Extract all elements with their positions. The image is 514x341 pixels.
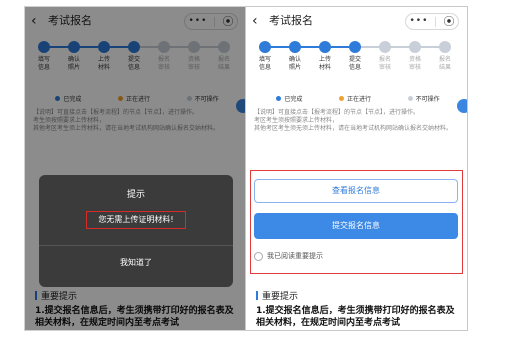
close-circle-icon[interactable]: ⦿ [443,14,454,29]
section-bar [256,291,258,300]
step-dot [379,41,391,53]
step-dot [409,41,421,53]
step-label: 提交 信息 [348,56,361,71]
dialog-confirm-button[interactable]: 我知道了 [39,257,233,268]
step-dot [349,41,361,53]
step-2[interactable]: 确认 照片 [282,41,308,72]
step-7[interactable]: 报名 结果 [432,41,458,72]
section-title: 重要提示 [256,289,298,302]
more-icon[interactable]: ••• [410,14,429,29]
step-1[interactable]: 填写 信息 [252,41,278,72]
step-4[interactable]: 提交 信息 [342,41,368,72]
back-arrow-icon[interactable]: ‹ [252,7,266,35]
legend-doing-dot-icon [338,95,344,101]
step-dot [289,41,301,53]
capsule-divider [435,16,437,27]
progress-steps: 填写 信息 确认 照片 上传 材料 提交 信息 报名 审核 资格 审核 报名 结果 [252,41,462,87]
dialog-message: 您无需上传证明材料! [86,211,186,229]
step-6[interactable]: 资格 审核 [402,41,428,72]
legend-doing: 正在进行 [338,93,371,103]
legend-done: 已完成 [276,93,302,103]
right-phone-screen: ‹ 考试报名 ••• ⦿ 填写 信息 确认 照片 上传 材料 提交 信息 报名 审核 资格… [245,6,468,331]
dialog-divider [39,245,233,246]
step-dot [259,41,271,53]
step-legend: 已完成 正在进行 不可操作 [258,93,458,103]
legend-disabled: 不可操作 [407,93,440,103]
step-label: 确认 照片 [288,56,301,71]
miniprogram-capsule: ••• ⦿ [405,13,459,30]
agree-radio-icon[interactable] [254,251,263,261]
agree-label: 我已阅读重要提示 [267,252,323,260]
view-registration-button[interactable]: 查看报名信息 [254,179,458,203]
left-phone-screen: ‹ 考试报名 ••• ⦿ 填写 信息 确认 照片 上传 材料 提交 信息 报名 审核 资格… [24,6,247,331]
floating-help-icon[interactable] [457,99,467,113]
step-5[interactable]: 报名 审核 [372,41,398,72]
notice-text: 1.提交报名信息后，考生须携带打印好的报名表及相关材料，在规定时间内至考点考试 [256,306,455,328]
step-label: 填写 信息 [258,56,271,71]
alert-dialog: 提示 您无需上传证明材料! 我知道了 [39,175,233,287]
step-label: 上传 材料 [318,56,331,71]
step-3[interactable]: 上传 材料 [312,41,338,72]
legend-done-dot-icon [276,95,282,101]
instruction-note: 【说明】可直接点击【报考流程】的节点【节点】，进行操作。 考区考生须按照要求上传… [254,109,453,132]
submit-registration-button[interactable]: 提交报名信息 [254,213,458,239]
step-dot [319,41,331,53]
step-label: 报名 结果 [438,56,451,71]
step-dot [439,41,451,53]
agree-checkbox-row[interactable]: 我已阅读重要提示 [254,251,323,261]
dialog-title: 提示 [126,190,145,200]
step-label: 报名 审核 [378,56,391,71]
page-title: 考试报名 [269,14,313,27]
legend-disabled-dot-icon [407,95,413,101]
nav-bar: ‹ 考试报名 ••• ⦿ [246,7,467,35]
step-label: 资格 审核 [408,56,421,71]
